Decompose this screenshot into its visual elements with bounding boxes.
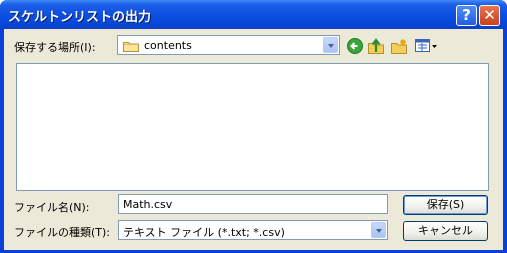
window-title: スケルトンリストの出力 (8, 10, 152, 25)
file-type-label: ファイルの種類(T): (14, 226, 111, 239)
file-list[interactable] (16, 63, 489, 191)
chevron-down-icon[interactable] (371, 222, 386, 238)
folder-icon (123, 40, 139, 55)
save-button[interactable]: 保存(S) (403, 195, 488, 215)
save-in-label: 保存する場所(I): (14, 41, 96, 54)
dialog-body: 保存する場所(I): contents ファイル名(N): Math.csv 保… (4, 29, 503, 250)
help-button[interactable]: ? (456, 5, 477, 26)
save-dialog-window: スケルトンリストの出力 ? ✕ 保存する場所(I): contents ファイル… (0, 0, 507, 253)
up-folder-icon[interactable] (367, 37, 385, 55)
cancel-button[interactable]: キャンセル (403, 221, 488, 241)
back-icon[interactable] (346, 37, 364, 55)
file-name-label: ファイル名(N): (14, 201, 90, 214)
view-menu-icon[interactable] (414, 37, 438, 55)
file-type-value: テキスト ファイル (*.txt; *.csv) (123, 226, 285, 239)
new-folder-icon[interactable] (390, 37, 408, 55)
title-bar[interactable]: スケルトンリストの出力 ? ✕ (0, 0, 507, 29)
file-type-dropdown[interactable]: テキスト ファイル (*.txt; *.csv) (118, 220, 388, 240)
save-in-value: contents (144, 39, 192, 52)
close-button[interactable]: ✕ (479, 5, 500, 26)
save-in-dropdown[interactable]: contents (117, 35, 340, 55)
chevron-down-icon[interactable] (323, 37, 338, 53)
file-name-input[interactable]: Math.csv (118, 194, 388, 214)
